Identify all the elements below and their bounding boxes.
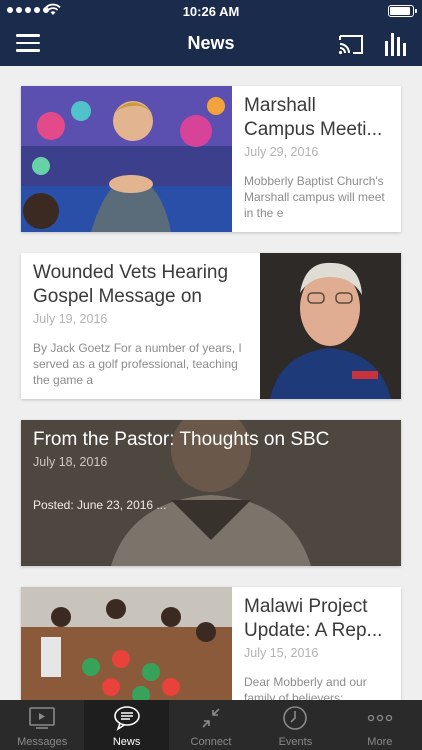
article-title: From the Pastor: Thoughts on SBC	[33, 429, 330, 450]
clock-icon	[283, 706, 308, 730]
tab-news[interactable]: News	[84, 700, 169, 750]
tab-bar: Messages News Connect Events More	[0, 700, 422, 750]
article-image	[21, 86, 232, 232]
article-excerpt: Mobberly Baptist Church's Marshall campu…	[244, 174, 385, 220]
article-excerpt: By Jack Goetz For a number of years, I s…	[33, 341, 242, 387]
battery-icon	[388, 5, 417, 17]
tab-label: Events	[278, 736, 313, 748]
nav-bar: News	[0, 22, 422, 66]
article-text: Malawi Project Update: A Rep... July 15,…	[232, 587, 401, 700]
tab-more[interactable]: More	[338, 700, 422, 750]
article-image	[260, 253, 401, 399]
article-text: From the Pastor: Thoughts on SBC July 18…	[21, 420, 401, 566]
status-bar: 10:26 AM	[0, 0, 422, 22]
news-card-from-the-pastor[interactable]: From the Pastor: Thoughts on SBC July 18…	[21, 420, 401, 566]
tab-connect[interactable]: Connect	[169, 700, 253, 750]
article-date: July 29, 2016	[244, 145, 319, 159]
article-text: Wounded Vets Hearing Gospel Message on G…	[21, 253, 260, 399]
article-text: Marshall Campus Meeti... July 29, 2016 M…	[232, 86, 401, 232]
article-image	[21, 587, 232, 700]
tv-icon	[29, 707, 56, 729]
article-date: July 19, 2016	[33, 312, 108, 326]
article-excerpt: Posted: June 23, 2016 ...	[33, 498, 167, 512]
stats-bars-icon[interactable]	[384, 31, 406, 57]
article-title: Malawi Project Update: A Rep...	[244, 596, 383, 641]
hamburger-menu-icon[interactable]	[16, 34, 40, 54]
connect-arrows-icon	[202, 708, 220, 728]
tab-events[interactable]: Events	[253, 700, 337, 750]
chat-bubble-icon	[113, 706, 140, 731]
article-date: July 15, 2016	[244, 646, 319, 660]
more-dots-icon	[367, 714, 392, 722]
article-title: Wounded Vets Hearing Gospel Message on G…	[33, 262, 229, 307]
news-list: Marshall Campus Meeti... July 29, 2016 M…	[0, 66, 422, 700]
tab-label: News	[112, 736, 141, 748]
article-date: July 18, 2016	[33, 455, 108, 469]
tab-label: Connect	[190, 736, 232, 748]
article-title: Marshall Campus Meeti...	[244, 95, 383, 140]
tab-messages[interactable]: Messages	[0, 700, 84, 750]
tab-label: Messages	[17, 736, 68, 748]
news-card-marshall[interactable]: Marshall Campus Meeti... July 29, 2016 M…	[21, 86, 401, 232]
status-time: 10:26 AM	[182, 4, 240, 19]
tab-label: More	[367, 736, 393, 748]
news-card-wounded-vets[interactable]: Wounded Vets Hearing Gospel Message on G…	[21, 253, 401, 399]
news-card-malawi-project[interactable]: Malawi Project Update: A Rep... July 15,…	[21, 587, 401, 700]
article-excerpt: Dear Mobberly and our family of believer…	[244, 675, 367, 700]
cast-icon[interactable]	[338, 32, 364, 56]
